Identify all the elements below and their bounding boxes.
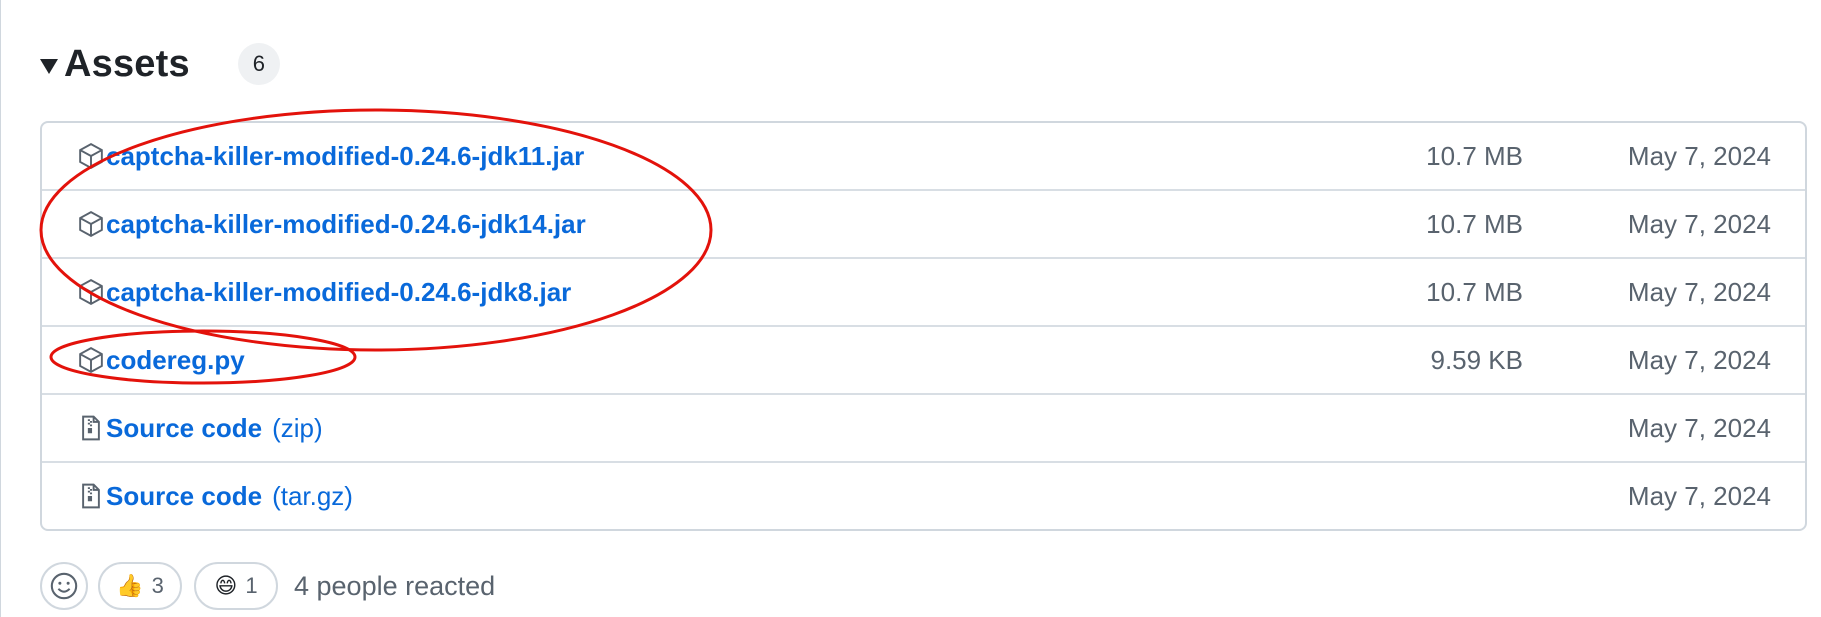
asset-date: May 7, 2024 [1627, 344, 1771, 375]
asset-row: captcha-killer-modified-0.24.6-jdk11.jar… [42, 123, 1805, 189]
file-zip-icon [76, 481, 106, 511]
reactions-bar: 👍 3 😄 1 4 people reacted [40, 560, 495, 612]
asset-row: captcha-killer-modified-0.24.6-jdk8.jar … [42, 257, 1805, 325]
assets-count-badge: 6 [237, 43, 280, 85]
assets-title: Assets [64, 42, 190, 85]
asset-date: May 7, 2024 [1627, 208, 1771, 239]
asset-ext[interactable]: (zip) [272, 413, 323, 444]
file-zip-icon [76, 413, 106, 443]
asset-date: May 7, 2024 [1627, 480, 1771, 511]
smile-emoji-icon: 😄 [214, 573, 238, 598]
smiley-icon [50, 572, 78, 600]
package-icon [76, 141, 106, 171]
asset-date: May 7, 2024 [1627, 140, 1771, 171]
asset-size: 9.59 KB [1430, 344, 1523, 375]
left-border-line [0, 0, 1, 617]
asset-link[interactable]: codereg.py [106, 345, 245, 376]
asset-link[interactable]: Source code [106, 413, 262, 444]
reactions-summary: 4 people reacted [294, 570, 496, 601]
asset-link[interactable]: captcha-killer-modified-0.24.6-jdk14.jar [106, 209, 586, 240]
assets-header[interactable]: Assets 6 [40, 36, 280, 92]
asset-date: May 7, 2024 [1627, 412, 1771, 443]
asset-ext[interactable]: (tar.gz) [272, 481, 353, 512]
asset-link[interactable]: captcha-killer-modified-0.24.6-jdk8.jar [106, 277, 571, 308]
asset-link[interactable]: captcha-killer-modified-0.24.6-jdk11.jar [106, 141, 584, 172]
caret-down-icon[interactable] [40, 58, 58, 74]
asset-row: Source code (zip) May 7, 2024 [42, 393, 1805, 461]
add-reaction-button[interactable] [40, 562, 88, 610]
thumbs-up-icon: 👍 [116, 573, 144, 598]
package-icon [76, 277, 106, 307]
asset-size: 10.7 MB [1426, 208, 1523, 239]
package-icon [76, 345, 106, 375]
reaction-count: 3 [151, 573, 164, 598]
thumbs-up-reaction-button[interactable]: 👍 3 [98, 562, 182, 610]
asset-row: captcha-killer-modified-0.24.6-jdk14.jar… [42, 189, 1805, 257]
asset-date: May 7, 2024 [1627, 276, 1771, 307]
asset-link[interactable]: Source code [106, 481, 262, 512]
asset-row: codereg.py 9.59 KB May 7, 2024 [42, 325, 1805, 393]
asset-size: 10.7 MB [1426, 276, 1523, 307]
asset-size: 10.7 MB [1426, 140, 1523, 171]
asset-row: Source code (tar.gz) May 7, 2024 [42, 461, 1805, 529]
assets-list: captcha-killer-modified-0.24.6-jdk11.jar… [40, 121, 1807, 531]
smile-reaction-button[interactable]: 😄 1 [194, 562, 278, 610]
reaction-count: 1 [245, 573, 258, 598]
package-icon [76, 209, 106, 239]
